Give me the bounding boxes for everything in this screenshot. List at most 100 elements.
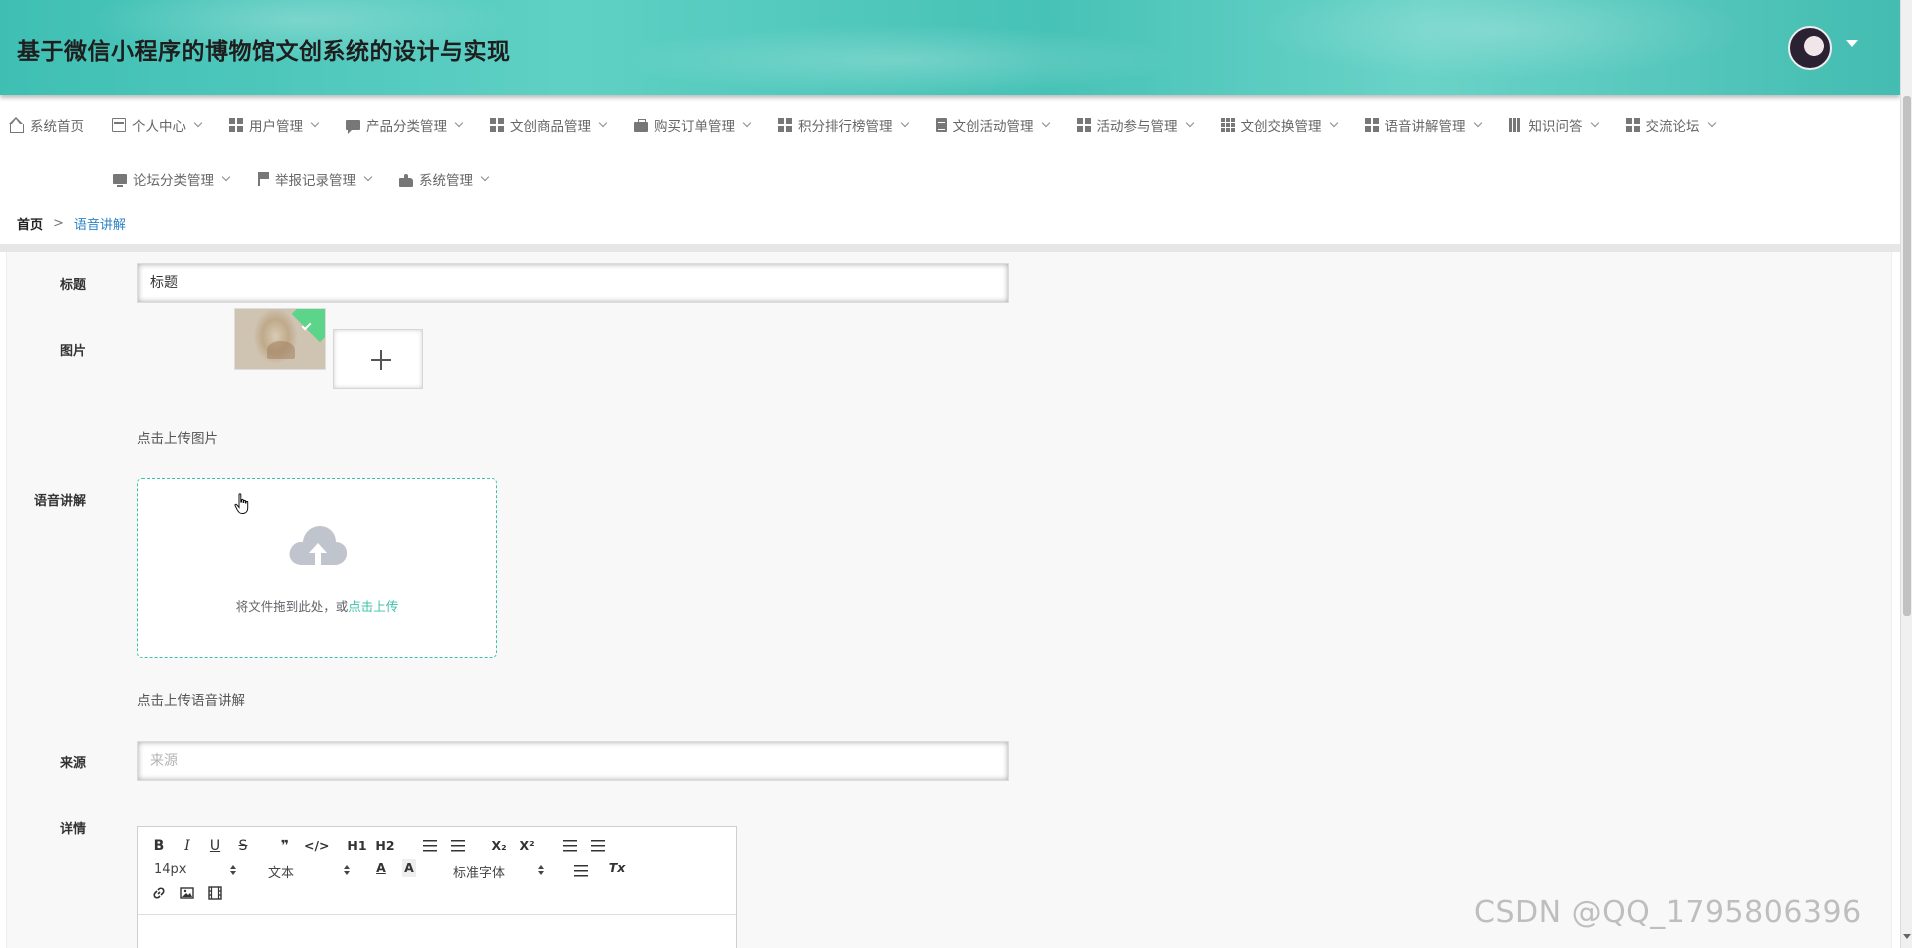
nav-item-row1-3[interactable]: 产品分类管理 [346,103,464,147]
breadcrumb-home[interactable]: 首页 [17,214,43,233]
chevron-down-icon [454,118,464,128]
title-input[interactable]: 标题 [137,263,1009,303]
briefcase-icon [634,119,648,132]
bullet-list-icon[interactable] [451,840,465,852]
heading-2-button[interactable]: H2 [375,837,395,855]
image-icon[interactable] [180,886,194,900]
nav-item-row2-1[interactable]: 举报记录管理 [257,157,373,201]
underline-button[interactable]: U [208,837,222,855]
outdent-icon[interactable] [563,840,577,852]
nav-item-row1-12[interactable]: 交流论坛 [1625,103,1716,147]
image-label: 图片 [59,344,86,359]
nav-item-row1-5[interactable]: 购买订单管理 [634,103,752,147]
source-label: 来源 [59,756,86,771]
chevron-down-icon [742,118,752,128]
clear-format-button[interactable]: Tx [608,859,626,877]
nav-item-row1-2[interactable]: 用户管理 [229,103,320,147]
nav-item-label: 文创交换管理 [1240,119,1322,135]
monitor-icon [113,174,127,187]
scrollbar-thumb[interactable] [1903,96,1911,616]
nav-item-row1-6[interactable]: 积分排行榜管理 [778,103,909,147]
avatar[interactable] [1788,26,1832,70]
nav-item-label: 积分排行榜管理 [798,119,893,135]
uploaded-image-thumbnail[interactable] [235,309,325,369]
source-input[interactable]: 来源 [137,741,1009,781]
add-image-button[interactable] [333,329,423,389]
nav-item-label: 系统管理 [419,173,473,189]
grid-icon [1625,118,1640,132]
nav-item-row1-10[interactable]: 语音讲解管理 [1364,103,1482,147]
grid-icon [778,118,792,132]
hand-cursor-icon [234,493,249,514]
page-scrollbar[interactable] [1900,0,1912,948]
table-icon [1220,118,1235,132]
background-color-button[interactable]: A [402,859,416,877]
paragraph-select[interactable]: 文本 [268,862,294,881]
image-upload-hint: 点击上传图片 [137,431,218,447]
nav-item-row2-2[interactable]: 系统管理 [399,157,490,201]
bold-button[interactable]: B [152,837,166,855]
chevron-down-icon [900,118,909,128]
font-family-select[interactable]: 标准字体 [453,862,505,881]
nav-item-row1-7[interactable]: 文创活动管理 [935,103,1050,147]
caret-down-icon[interactable] [1846,40,1858,47]
text-color-button[interactable]: A [374,859,388,877]
cloud-upload-icon [289,526,348,569]
app-root: 基于微信小程序的博物馆文创系统的设计与实现 系统首页 个人中心 用户管理 产品分类管理… [0,0,1912,948]
nav-item-label: 系统首页 [30,119,84,135]
nav-item-row1-11[interactable]: 知识问答 [1508,103,1599,147]
blockquote-button[interactable]: ❞ [276,837,294,855]
breadcrumb-separator: > [53,216,64,231]
bar-chart-icon [1508,118,1523,132]
select-arrows-icon [230,865,238,877]
italic-button[interactable]: I [180,837,194,855]
home-icon [9,116,24,133]
indent-icon[interactable] [591,840,605,852]
nav-item-row1-9[interactable]: 文创交换管理 [1220,103,1338,147]
link-icon[interactable] [152,886,166,900]
video-icon[interactable] [208,886,222,900]
nav-item-label: 个人中心 [132,119,186,135]
nav-item-label: 用户管理 [249,119,303,135]
nav-item-row1-1[interactable]: 个人中心 [112,103,203,147]
content-divider [0,244,1900,252]
select-arrows-icon [538,865,546,877]
chevron-down-icon [1329,118,1338,128]
nav-item-label: 活动参与管理 [1096,119,1178,135]
nav-item-row1-4[interactable]: 文创商品管理 [490,103,608,147]
breadcrumb-current: 语音讲解 [73,218,126,233]
chevron-down-icon [310,118,320,128]
nav-item-row2-0[interactable]: 论坛分类管理 [113,157,231,201]
thumbs-up-icon [399,173,413,187]
nav-item-label: 举报记录管理 [275,173,356,189]
nav-item-row1-8[interactable]: 活动参与管理 [1076,103,1194,147]
nav-item-label: 文创商品管理 [510,119,591,135]
ordered-list-icon[interactable] [423,840,437,852]
superscript-button[interactable]: X² [517,837,537,855]
grid-icon [1076,118,1091,132]
nav-row-1: 系统首页 个人中心 用户管理 产品分类管理 文创商品管理 购买订单管理 积分排行榜管理 文创活… [9,103,1743,147]
nav-item-row1-0[interactable]: 系统首页 [9,103,84,147]
chevron-down-icon [1590,118,1599,128]
audio-upload-hint: 点击上传语音讲解 [137,693,245,709]
watermark: CSDN @QQ_1795806396 [1474,895,1862,930]
upload-click-link[interactable]: 点击上传 [348,599,398,614]
breadcrumb: 首页 > 语音讲解 [17,214,126,233]
scroll-down-arrow-icon[interactable] [1903,934,1911,939]
font-size-select[interactable]: 14px [154,862,187,877]
audio-upload-dropzone[interactable]: 将文件拖到此处，或点击上传 [137,478,497,658]
chevron-down-icon [221,172,231,182]
heading-1-button[interactable]: H1 [347,837,367,855]
nav-item-label: 文创活动管理 [952,119,1034,135]
strike-button[interactable]: S [236,837,250,855]
clipboard-icon [935,118,947,132]
id-card-icon [112,118,126,132]
code-block-button[interactable]: </> [304,837,330,855]
chevron-down-icon [193,118,203,128]
align-left-icon[interactable] [574,865,588,877]
audio-label: 语音讲解 [33,494,86,509]
grid-icon [490,118,504,132]
chevron-down-icon [1473,118,1482,128]
subscript-button[interactable]: X₂ [489,837,509,855]
nav-item-label: 产品分类管理 [366,119,447,135]
